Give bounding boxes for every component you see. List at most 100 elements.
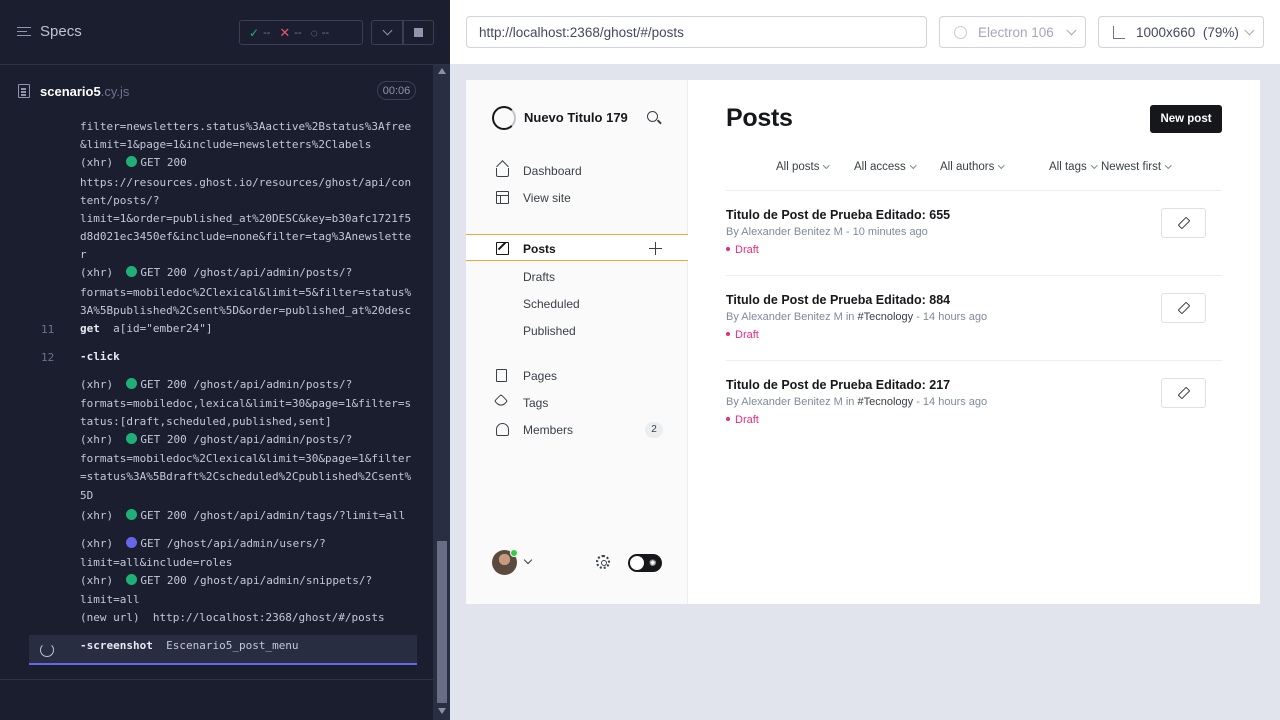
site-logo-icon[interactable]	[492, 106, 516, 130]
stop-button[interactable]	[402, 20, 434, 45]
command-text: GET 200 /ghost/api/admin/posts/?	[140, 378, 353, 391]
command-log-line[interactable]: 5D	[80, 487, 93, 506]
nav-drafts[interactable]: Drafts	[466, 263, 688, 290]
command-prefix: (xhr)	[80, 378, 127, 391]
specs-toggle-button[interactable]: Specs	[17, 23, 82, 40]
command-text: GET 200 /ghost/api/admin/posts/?	[140, 433, 353, 446]
chevron-down-icon[interactable]	[523, 555, 533, 565]
edit-post-button[interactable]	[1161, 208, 1206, 238]
list-item[interactable]: Titulo de Post de Prueba Editado: 884 By…	[726, 276, 1222, 361]
command-log-line[interactable]: (xhr) GET 200 /ghost/api/admin/posts/?	[80, 431, 352, 450]
post-title[interactable]: Titulo de Post de Prueba Editado: 217	[726, 378, 950, 392]
status-dot-icon	[126, 378, 138, 389]
status-dot-icon	[126, 537, 138, 548]
command-log-line[interactable]: (xhr) GET 200	[80, 154, 187, 173]
command-prefix: (xhr)	[80, 509, 127, 522]
command-log-line[interactable]: -click	[80, 348, 120, 367]
command-log-line[interactable]: (xhr) GET 200 /ghost/api/admin/posts/?	[80, 376, 352, 395]
post-title[interactable]: Titulo de Post de Prueba Editado: 884	[726, 293, 950, 307]
viewport-size: 1000x660	[1136, 25, 1196, 40]
edit-post-button[interactable]	[1161, 293, 1206, 323]
command-text: Escenario5_post_menu	[152, 639, 299, 652]
command-log-line[interactable]: limit=all&include=roles	[80, 554, 232, 573]
filter-tag[interactable]: All tags	[1049, 161, 1096, 173]
scroll-up-arrow-icon[interactable]	[438, 68, 446, 74]
nav-published[interactable]: Published	[466, 317, 688, 344]
command-text: limit=all	[80, 593, 140, 606]
command-prefix: (xhr)	[80, 156, 127, 169]
command-log-line[interactable]: (xhr) GET /ghost/api/admin/users/?	[80, 535, 326, 554]
filter-access[interactable]: All access	[854, 161, 915, 173]
command-text: =status%3A%5Bdraft%2Cscheduled%2Cpublish…	[80, 470, 412, 483]
status-badge: Draft	[726, 329, 759, 341]
command-log-line[interactable]: -screenshot Escenario5_post_menu	[80, 637, 299, 656]
command-log-line[interactable]: tent/posts/?	[80, 192, 159, 211]
command-text: tent/posts/?	[80, 194, 160, 207]
scroll-down-arrow-icon[interactable]	[438, 708, 446, 714]
viewport-zoom: (79%)	[1202, 25, 1239, 40]
new-post-button[interactable]: New post	[1150, 105, 1222, 133]
command-log-line[interactable]: &limit=1&page=1&include=newsletters%2Cla…	[80, 136, 371, 155]
site-name[interactable]: Nuevo Titulo 179	[524, 110, 628, 125]
plus-icon[interactable]	[649, 242, 662, 255]
command-log-line[interactable]: tatus:[draft,scheduled,published,sent]	[80, 413, 332, 432]
check-icon: ✓	[249, 25, 260, 40]
nav-posts[interactable]: Posts	[466, 234, 688, 261]
nav-label: Members	[523, 423, 574, 437]
command-prefix: (new url)	[80, 611, 153, 624]
command-log-line[interactable]: (xhr) GET 200 /ghost/api/admin/tags/?lim…	[80, 507, 405, 526]
filter-type[interactable]: All posts	[776, 161, 829, 173]
command-log-line[interactable]: 3A%5Bpublished%2Csent%5D&order=published…	[80, 302, 411, 321]
viewport-selector[interactable]: 1000x660 (79%)	[1098, 16, 1264, 48]
members-count-badge: 2	[645, 422, 663, 438]
post-title[interactable]: Titulo de Post de Prueba Editado: 655	[726, 208, 950, 222]
nav-pages[interactable]: Pages	[466, 362, 688, 389]
command-log-line[interactable]: limit=1&order=published_at%20DESC&key=b3…	[80, 210, 411, 229]
command-log: filter=newsletters.status%3Aactive%2Bsta…	[29, 118, 417, 666]
nav-tags[interactable]: Tags	[466, 389, 688, 416]
command-log-line[interactable]: limit=all	[80, 591, 140, 610]
command-log-line[interactable]: https://resources.ghost.io/resources/gho…	[80, 174, 411, 193]
x-icon: ✕	[279, 24, 291, 40]
command-log-line[interactable]: r	[80, 246, 87, 265]
command-log-line[interactable]: formats=mobiledoc,lexical&limit=30&page=…	[80, 395, 411, 414]
gear-icon[interactable]	[596, 555, 610, 569]
pages-icon	[496, 369, 507, 382]
command-text: &limit=1&page=1&include=newsletters%2Cla…	[80, 138, 372, 151]
nav-label: Published	[523, 324, 576, 338]
browser-selector[interactable]: Electron 106	[939, 16, 1086, 48]
command-log-line[interactable]: (xhr) GET 200 /ghost/api/admin/snippets/…	[80, 572, 372, 591]
filter-author[interactable]: All authors	[940, 161, 1004, 173]
command-log-line[interactable]: (xhr) GET 200 /ghost/api/admin/posts/?	[80, 264, 352, 283]
command-text: GET /ghost/api/admin/users/?	[140, 537, 326, 550]
expand-button[interactable]	[371, 20, 404, 45]
nav-label: Posts	[523, 242, 556, 256]
online-status-icon	[510, 549, 518, 557]
command-log-line[interactable]: (new url) http://localhost:2368/ghost/#/…	[80, 609, 385, 628]
nav-scheduled[interactable]: Scheduled	[466, 290, 688, 317]
command-log-line[interactable]: get a[id="ember24"]	[80, 320, 212, 339]
nav-dashboard[interactable]: Dashboard	[466, 157, 688, 184]
list-item[interactable]: Titulo de Post de Prueba Editado: 655 By…	[726, 191, 1222, 276]
command-prefix: (xhr)	[80, 537, 127, 550]
command-log-line[interactable]: d8d021ec3450ef&include=none&filter=tag%3…	[80, 228, 411, 247]
nav-members[interactable]: Members 2	[466, 416, 688, 443]
command-text: GET 200 /ghost/api/admin/tags/?limit=all	[140, 509, 406, 522]
command-log-line[interactable]: formats=mobiledoc%2Clexical&limit=5&filt…	[80, 284, 411, 303]
url-bar[interactable]: http://localhost:2368/ghost/#/posts	[466, 16, 927, 48]
edit-post-button[interactable]	[1161, 378, 1206, 408]
command-log-line[interactable]: formats=mobiledoc%2Clexical&limit=30&pag…	[80, 450, 411, 469]
command-text: limit=all&include=roles	[80, 556, 233, 569]
spec-runnable-header[interactable]: scenario5.cy.js 00:06	[0, 78, 430, 106]
list-item[interactable]: Titulo de Post de Prueba Editado: 217 By…	[726, 361, 1222, 446]
command-log-line[interactable]: filter=newsletters.status%3Aactive%2Bsta…	[80, 118, 411, 137]
dark-mode-toggle[interactable]: ✺	[628, 554, 662, 572]
status-dot-icon	[126, 266, 138, 277]
nav-view-site[interactable]: View site	[466, 184, 688, 211]
reporter-scrollbar-thumb[interactable]	[437, 541, 447, 703]
search-icon[interactable]	[647, 111, 658, 122]
command-log-line[interactable]: =status%3A%5Bdraft%2Cscheduled%2Cpublish…	[80, 468, 411, 487]
status-dot-icon	[126, 574, 138, 585]
command-text: limit=1&order=published_at%20DESC&key=b3…	[80, 212, 412, 225]
filter-sort[interactable]: Newest first	[1101, 161, 1171, 173]
